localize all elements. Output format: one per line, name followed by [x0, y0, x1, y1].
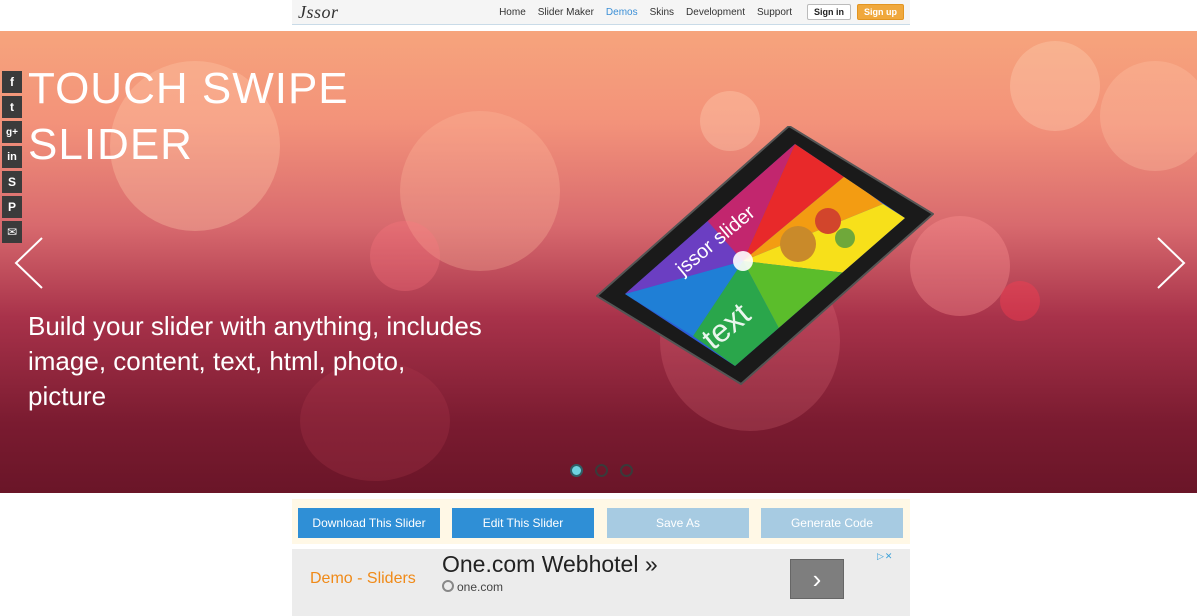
- download-slider-button[interactable]: Download This Slider: [298, 508, 440, 538]
- advertisement-banner[interactable]: Demo - Sliders One.com Webhotel » one.co…: [292, 549, 910, 616]
- generate-code-button[interactable]: Generate Code: [761, 508, 903, 538]
- headline-line-1: TOUCH SWIPE: [28, 64, 349, 113]
- save-as-button[interactable]: Save As: [607, 508, 749, 538]
- email-icon[interactable]: ✉: [2, 221, 22, 243]
- slide-bullet-2[interactable]: [595, 464, 608, 477]
- ad-go-button[interactable]: ›: [790, 559, 844, 599]
- adchoices-icon[interactable]: ▷✕: [877, 551, 893, 562]
- previous-arrow-icon[interactable]: [14, 236, 44, 290]
- top-navigation-bar: Jssor Home Slider Maker Demos Skins Deve…: [292, 0, 910, 25]
- link-icon: [442, 580, 454, 592]
- slide-bullet-3[interactable]: [620, 464, 633, 477]
- google-plus-icon[interactable]: g+: [2, 121, 22, 143]
- twitter-icon[interactable]: t: [2, 96, 22, 118]
- nav-item-development[interactable]: Development: [686, 7, 745, 18]
- bokeh-light: [1000, 281, 1040, 321]
- sign-in-button[interactable]: Sign in: [807, 4, 851, 20]
- linkedin-icon[interactable]: in: [2, 146, 22, 168]
- nav-item-demos[interactable]: Demos: [606, 7, 638, 18]
- slide-caption: Build your slider with anything, include…: [28, 311, 482, 411]
- nav-menu: Home Slider Maker Demos Skins Developmen…: [487, 0, 904, 24]
- slide-headline: TOUCH SWIPE SLIDER: [28, 61, 349, 173]
- nav-item-support[interactable]: Support: [757, 7, 792, 18]
- nav-item-home[interactable]: Home: [499, 7, 526, 18]
- social-share-bar: f t g+ in S P ✉: [2, 71, 22, 243]
- sign-up-button[interactable]: Sign up: [857, 4, 904, 20]
- bokeh-light: [370, 221, 440, 291]
- touch-swipe-slider[interactable]: TOUCH SWIPE SLIDER Build your slider wit…: [0, 31, 1197, 493]
- edit-slider-button[interactable]: Edit This Slider: [452, 508, 594, 538]
- smartphone-illustration: jssor slider text: [596, 126, 934, 385]
- headline-line-2: SLIDER: [28, 120, 193, 169]
- slide-bullet-1[interactable]: [570, 464, 583, 477]
- slider-actions-bar: Download This Slider Edit This Slider Sa…: [292, 499, 910, 544]
- bokeh-light: [1100, 61, 1197, 171]
- slide-bullets: [570, 464, 633, 477]
- chevron-right-icon: ›: [812, 564, 822, 594]
- nav-item-skins[interactable]: Skins: [650, 7, 674, 18]
- stumbleupon-icon[interactable]: S: [2, 171, 22, 193]
- ad-url[interactable]: one.com: [442, 580, 503, 594]
- jssor-logo[interactable]: Jssor: [298, 2, 339, 23]
- ad-url-text: one.com: [457, 580, 504, 594]
- pinterest-icon[interactable]: P: [2, 196, 22, 218]
- ad-title[interactable]: One.com Webhotel »: [442, 551, 658, 578]
- next-arrow-icon[interactable]: [1156, 236, 1186, 290]
- bokeh-light: [1010, 41, 1100, 131]
- nav-item-slider-maker[interactable]: Slider Maker: [538, 7, 594, 18]
- facebook-icon[interactable]: f: [2, 71, 22, 93]
- ad-demo-label: Demo - Sliders: [310, 570, 416, 587]
